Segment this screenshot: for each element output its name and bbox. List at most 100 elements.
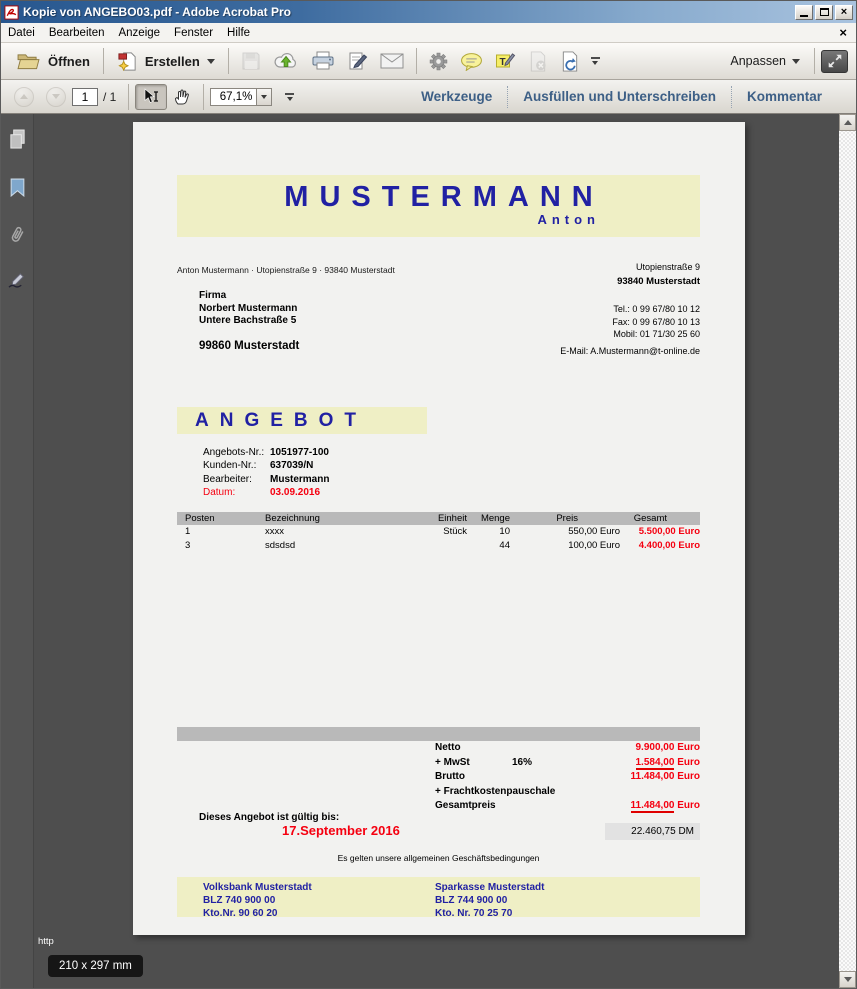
create-button[interactable]: Erstellen <box>110 47 222 76</box>
sender-line: Anton Mustermann · Utopienstraße 9 · 938… <box>177 265 395 275</box>
window-title: Kopie von ANGEBO03.pdf - Adobe Acrobat P… <box>23 5 291 19</box>
open-button[interactable]: Öffnen <box>9 48 97 75</box>
zoom-dropdown-button[interactable] <box>256 88 272 106</box>
total-row-mwst: + MwSt 16% 1.584,00 Euro <box>177 756 700 771</box>
zoom-level-input[interactable] <box>210 88 256 106</box>
sign-pen-icon <box>347 51 368 71</box>
chevron-down-icon <box>207 59 215 64</box>
comment-bubble-icon <box>460 52 483 71</box>
pdf-page: MUSTERMANN Anton Anton Mustermann · Utop… <box>133 122 745 935</box>
toolbar-separator <box>128 84 129 110</box>
menu-anzeige[interactable]: Anzeige <box>111 25 167 41</box>
sign-button[interactable] <box>341 48 374 74</box>
contact-mobil: Mobil: 01 71/30 25 60 <box>560 328 700 341</box>
settings-button[interactable] <box>423 49 454 74</box>
letterhead-forename: Anton <box>177 212 600 227</box>
total-row-frachtkosten: + Frachtkostenpauschale <box>177 785 700 800</box>
refresh-document-button[interactable] <box>554 48 586 75</box>
hand-tool-button[interactable] <box>167 85 197 109</box>
dm-amount-box: 22.460,75 DM <box>605 823 700 840</box>
reading-mode-button[interactable] <box>821 50 848 73</box>
close-document-icon[interactable]: × <box>839 26 847 39</box>
close-button[interactable]: × <box>835 5 853 20</box>
items-table-header: Posten Bezeichnung Einheit Menge Preis G… <box>177 512 700 525</box>
document-refresh-icon <box>560 51 580 72</box>
main-toolbar: Öffnen Erstellen <box>1 42 856 80</box>
save-button[interactable] <box>235 48 267 74</box>
offer-field-row: Angebots-Nr.:1051977-100 <box>203 446 329 459</box>
close-icon: × <box>841 7 847 18</box>
chevron-down-icon <box>792 59 800 64</box>
toolbar-separator <box>103 48 104 74</box>
total-row-netto: Netto 9.900,00 Euro <box>177 741 700 756</box>
scroll-down-button[interactable] <box>839 971 856 988</box>
comment-button[interactable] <box>454 49 489 74</box>
maximize-icon <box>820 8 829 16</box>
own-street: Utopienstraße 9 <box>617 261 700 275</box>
offer-field-row: Kunden-Nr.:637039/N <box>203 459 329 472</box>
next-page-button[interactable] <box>40 84 72 110</box>
acrobat-pdf-icon <box>4 5 19 20</box>
contact-tel: Tel.: 0 99 67/80 10 12 <box>560 303 700 316</box>
menu-hilfe[interactable]: Hilfe <box>220 25 257 41</box>
validity-label: Dieses Angebot ist gültig bis: <box>199 812 339 823</box>
arrow-up-icon <box>20 94 28 99</box>
select-cursor-icon <box>142 88 160 106</box>
vertical-scrollbar[interactable] <box>839 114 856 988</box>
tab-ausfuellen-unterschreiben[interactable]: Ausfüllen und Unterschreiben <box>508 89 731 104</box>
total-row-brutto: Brutto 11.484,00 Euro <box>177 770 700 785</box>
offer-field-row: Datum:03.09.2016 <box>203 486 329 499</box>
totals-separator-bar <box>177 727 700 741</box>
menu-fenster[interactable]: Fenster <box>167 25 220 41</box>
editor-name: Mustermann <box>270 474 329 485</box>
delete-page-button[interactable] <box>522 48 554 75</box>
minimize-button[interactable] <box>795 5 813 20</box>
offer-title: ANGEBOT <box>177 407 427 434</box>
toolbar-separator <box>814 48 815 74</box>
customize-button[interactable]: Anpassen <box>722 50 808 72</box>
table-row: 3 sdsdsd 44 100,00 Euro 4.400,00 Euro <box>177 539 700 553</box>
previous-page-button[interactable] <box>8 84 40 110</box>
gear-icon <box>429 52 448 71</box>
maximize-button[interactable] <box>815 5 833 20</box>
upload-cloud-button[interactable] <box>267 48 305 74</box>
bookmarks-icon[interactable] <box>10 178 25 197</box>
email-button[interactable] <box>374 50 410 72</box>
scrollbar-track[interactable] <box>839 131 856 971</box>
svg-text:T: T <box>499 57 505 68</box>
page-thumbnails-icon[interactable] <box>8 128 27 151</box>
contact-email: E-Mail: A.Mustermann@t-online.de <box>560 345 700 358</box>
open-folder-icon <box>16 52 41 71</box>
toolbar-overflow-button[interactable] <box>586 54 605 68</box>
zoom-overflow-button[interactable] <box>280 90 299 104</box>
document-pane[interactable]: MUSTERMANN Anton Anton Mustermann · Utop… <box>34 114 839 988</box>
main-area: MUSTERMANN Anton Anton Mustermann · Utop… <box>1 114 856 988</box>
tab-kommentar[interactable]: Kommentar <box>732 89 837 104</box>
select-tool-button[interactable] <box>135 84 167 110</box>
attachments-icon[interactable] <box>5 222 28 248</box>
arrow-down-icon <box>844 977 852 982</box>
cloud-upload-icon <box>273 51 299 71</box>
printer-icon <box>311 51 335 71</box>
save-icon <box>241 51 261 71</box>
zoom-control <box>210 88 272 106</box>
offer-fields: Angebots-Nr.:1051977-100 Kunden-Nr.:6370… <box>203 446 329 500</box>
highlight-text-icon: T <box>495 51 516 71</box>
toolbar-separator <box>203 84 204 110</box>
page-number-input[interactable] <box>72 88 98 106</box>
print-button[interactable] <box>305 48 341 74</box>
menu-bearbeiten[interactable]: Bearbeiten <box>42 25 112 41</box>
overflow-icon <box>591 57 600 59</box>
scroll-up-button[interactable] <box>839 114 856 131</box>
menu-datei[interactable]: Datei <box>1 25 42 41</box>
link-hint-text: http <box>38 936 54 947</box>
letterhead-banner: MUSTERMANN Anton <box>177 175 700 237</box>
overflow-icon <box>285 93 294 95</box>
recipient-line: Untere Bachstraße 5 <box>199 315 297 328</box>
tab-werkzeuge[interactable]: Werkzeuge <box>406 89 507 104</box>
signatures-icon[interactable] <box>7 272 28 289</box>
recipient-line: Norbert Mustermann <box>199 303 297 316</box>
highlight-text-button[interactable]: T <box>489 48 522 74</box>
navigation-toolbar: / 1 Werkzeuge Ausfüllen und Unterschreib… <box>1 80 856 114</box>
items-table: Posten Bezeichnung Einheit Menge Preis G… <box>177 512 700 552</box>
